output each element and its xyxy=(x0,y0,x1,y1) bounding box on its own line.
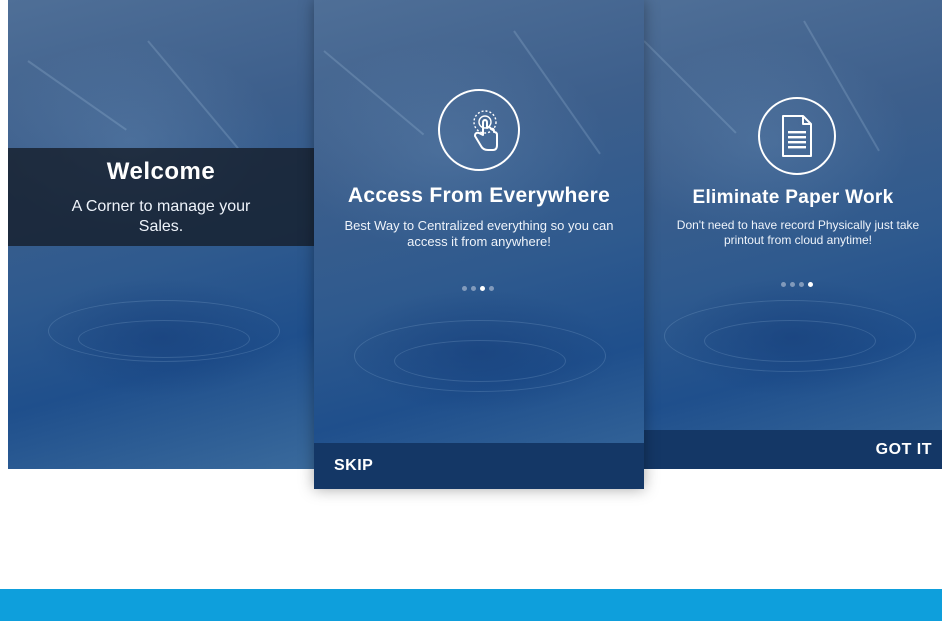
footer-bar: SKIP xyxy=(314,443,644,489)
welcome-subtitle: A Corner to manage your Sales. xyxy=(71,198,251,235)
welcome-screen: Welcome A Corner to manage your Sales. xyxy=(8,0,314,469)
page-dot[interactable] xyxy=(799,282,804,287)
water-splash xyxy=(323,50,425,136)
slide-description: Best Way to Centralized everything so yo… xyxy=(344,218,614,249)
page-dot[interactable] xyxy=(790,282,795,287)
access-screen: Access From Everywhere Best Way to Centr… xyxy=(314,0,644,489)
water-splash xyxy=(513,30,601,155)
welcome-title: Welcome xyxy=(106,158,216,185)
touch-hand-icon xyxy=(438,89,520,171)
page-indicator xyxy=(462,286,494,291)
slide-description: Don't need to have record Physically jus… xyxy=(676,218,920,247)
page-dot[interactable] xyxy=(471,286,476,291)
water-splash xyxy=(27,60,127,131)
slide-title: Access From Everywhere xyxy=(347,184,611,207)
page-dot[interactable] xyxy=(781,282,786,287)
page-dot[interactable] xyxy=(462,286,467,291)
page-dot-active[interactable] xyxy=(480,286,485,291)
got-it-button[interactable]: GOT IT xyxy=(876,441,932,459)
paperless-screen: Eliminate Paper Work Don't need to have … xyxy=(644,0,942,469)
water-ripple xyxy=(78,320,250,358)
page-dot-active[interactable] xyxy=(808,282,813,287)
footer-bar: GOT IT xyxy=(644,430,942,469)
water-ripple xyxy=(394,340,566,382)
skip-button[interactable]: SKIP xyxy=(334,457,373,475)
accent-strip xyxy=(0,589,942,621)
page-dot[interactable] xyxy=(489,286,494,291)
page-indicator xyxy=(781,282,813,287)
water-splash xyxy=(644,40,737,134)
water-splash xyxy=(147,40,239,149)
slide-title: Eliminate Paper Work xyxy=(692,187,894,208)
document-icon xyxy=(758,97,836,175)
water-ripple xyxy=(704,320,876,362)
